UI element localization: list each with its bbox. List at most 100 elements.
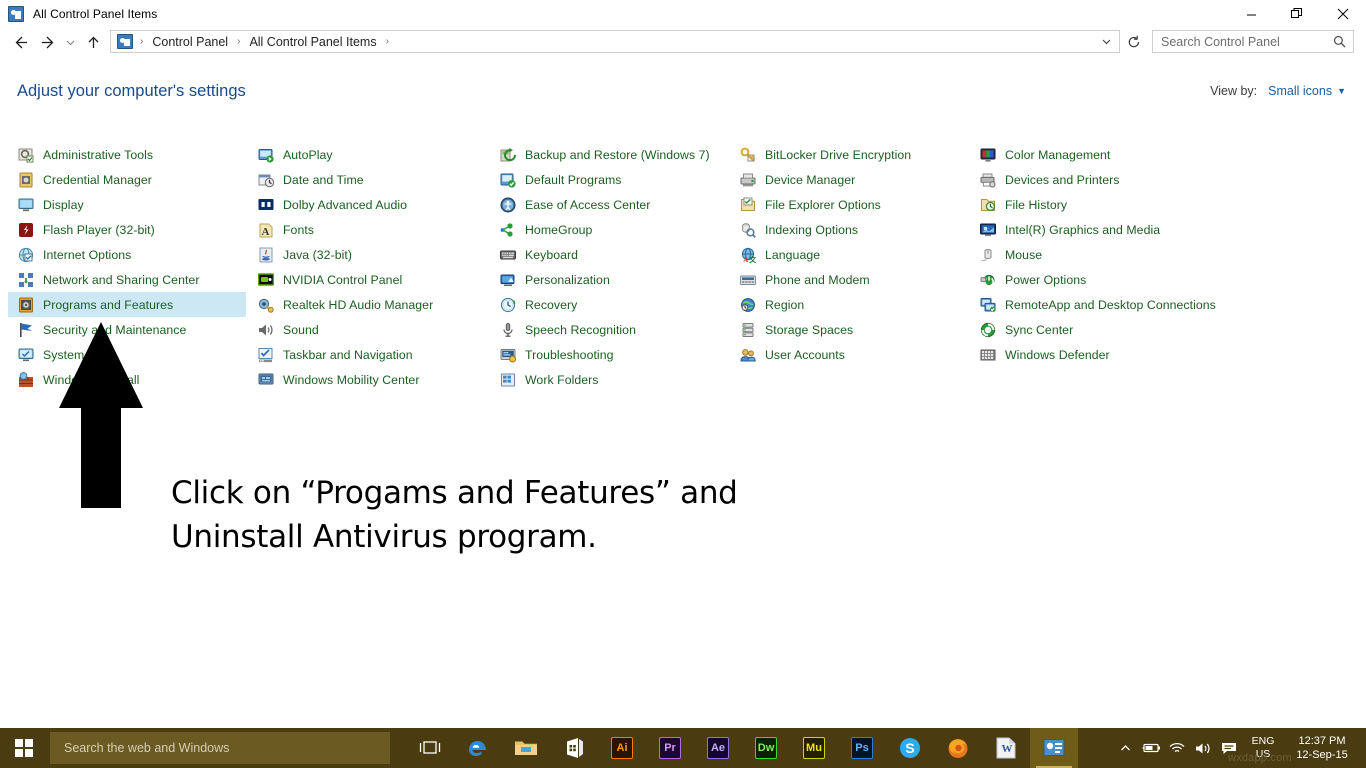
volume-icon[interactable] [1190,728,1216,768]
control-panel-item[interactable]: User Accounts [730,342,970,367]
close-button[interactable] [1320,0,1366,28]
control-panel-item[interactable]: System [8,342,246,367]
view-by-value[interactable]: Small icons [1268,84,1332,98]
control-panel-item[interactable]: Work Folders [490,367,730,392]
control-panel-item[interactable]: Windows Defender [970,342,1260,367]
control-panel-item[interactable]: A 文 Language [730,242,970,267]
breadcrumb-all-items[interactable]: All Control Panel Items [247,35,378,49]
battery-icon[interactable] [1138,728,1164,768]
search-control-panel-box[interactable]: Search Control Panel [1152,30,1354,53]
taskbar-search-box[interactable]: Search the web and Windows [50,732,390,764]
control-panel-item[interactable]: File History [970,192,1260,217]
control-panel-item[interactable]: Region [730,292,970,317]
control-panel-item[interactable]: Phone and Modem [730,267,970,292]
control-panel-item[interactable]: Taskbar and Navigation [248,342,488,367]
minimize-button[interactable] [1228,0,1274,28]
control-panel-item[interactable]: Flash Player (32-bit) [8,217,246,242]
control-panel-item[interactable]: Internet Options [8,242,246,267]
taskbar-app-muse[interactable]: Mu [790,728,838,768]
control-panel-item[interactable]: Dolby Advanced Audio [248,192,488,217]
up-button[interactable] [80,29,106,55]
control-panel-item[interactable]: Security and Maintenance [8,317,246,342]
control-panel-item[interactable]: Java (32-bit) [248,242,488,267]
control-panel-item[interactable]: Sync Center [970,317,1260,342]
control-panel-item[interactable]: Realtek HD Audio Manager [248,292,488,317]
show-hidden-icons-chevron[interactable] [1112,728,1138,768]
control-panel-item[interactable]: Storage Spaces [730,317,970,342]
control-panel-item[interactable]: Indexing Options [730,217,970,242]
control-panel-item[interactable]: Device Manager [730,167,970,192]
taskbar-app-control-panel[interactable] [1030,728,1078,768]
taskbar-app-dreamweaver[interactable]: Dw [742,728,790,768]
clock-time: 12:37 PM [1298,734,1346,747]
taskbar-app-file-explorer[interactable] [502,728,550,768]
control-panel-item[interactable]: A Fonts [248,217,488,242]
control-panel-item[interactable]: Color Management [970,142,1260,167]
control-panel-item[interactable]: Intel(R) Graphics and Media [970,217,1260,242]
address-bar[interactable]: › Control Panel › All Control Panel Item… [110,30,1120,53]
control-panel-item[interactable]: Power Options [970,267,1260,292]
control-panel-item[interactable]: Default Programs [490,167,730,192]
control-panel-item[interactable]: Windows Firewall [8,367,246,392]
recent-locations-button[interactable] [60,29,80,55]
control-panel-item-label: File History [1005,197,1068,212]
control-panel-item[interactable]: NVIDIA Control Panel [248,267,488,292]
control-panel-item[interactable]: HomeGroup [490,217,730,242]
control-panel-item[interactable]: Devices and Printers [970,167,1260,192]
task-view-button[interactable] [406,728,454,768]
refresh-button[interactable] [1122,30,1146,53]
control-panel-item[interactable]: Date and Time [248,167,488,192]
taskbar-app-edge[interactable] [454,728,502,768]
taskbar-search-input[interactable]: Search the web and Windows [64,741,229,755]
search-input[interactable]: Search Control Panel [1161,35,1333,49]
control-panel-item[interactable]: Mouse [970,242,1260,267]
control-panel-item-label: Dolby Advanced Audio [283,197,408,212]
control-panel-item-label: Backup and Restore (Windows 7) [525,147,710,162]
restore-button[interactable] [1274,0,1320,28]
control-panel-item[interactable]: Recovery [490,292,730,317]
control-panel-item[interactable]: Credential Manager [8,167,246,192]
control-panel-item[interactable]: Speech Recognition [490,317,730,342]
control-panel-item[interactable]: AutoPlay [248,142,488,167]
page-title: Adjust your computer's settings [17,82,246,100]
chevron-down-icon[interactable]: ▼ [1337,86,1346,96]
wifi-icon[interactable] [1164,728,1190,768]
clock[interactable]: 12:37 PM 12-Sep-15 [1284,728,1360,768]
control-panel-item[interactable]: Windows Mobility Center [248,367,488,392]
control-panel-item[interactable]: Troubleshooting [490,342,730,367]
control-panel-item[interactable]: File Explorer Options [730,192,970,217]
show-desktop-button[interactable] [1360,728,1366,768]
control-panel-item[interactable]: Display [8,192,246,217]
control-panel-item[interactable]: Programs and Features [8,292,246,317]
action-center-icon[interactable] [1216,728,1242,768]
speech-recognition-icon [500,322,516,338]
svg-text:文: 文 [749,255,756,263]
taskbar-app-photoshop[interactable]: Ps [838,728,886,768]
control-panel-item[interactable]: Network and Sharing Center [8,267,246,292]
control-panel-item[interactable]: BitLocker Drive Encryption [730,142,970,167]
date-time-icon [258,172,275,188]
taskbar-app-illustrator[interactable]: Ai [598,728,646,768]
taskbar-app-firefox[interactable] [934,728,982,768]
language-indicator[interactable]: ENG US [1242,728,1284,768]
start-button[interactable] [0,728,48,768]
taskbar-app-after-effects[interactable]: Ae [694,728,742,768]
taskbar-app-word[interactable]: W [982,728,1030,768]
taskbar-app-store[interactable] [550,728,598,768]
address-dropdown-icon[interactable] [1095,31,1117,52]
control-panel-item[interactable]: Administrative Tools [8,142,246,167]
control-panel-item[interactable]: Keyboard [490,242,730,267]
language-line-2: US [1255,748,1271,760]
control-panel-item-label: Administrative Tools [43,147,154,162]
taskbar-app-skype[interactable]: S [886,728,934,768]
control-panel-item[interactable]: Ease of Access Center [490,192,730,217]
back-button[interactable] [8,29,34,55]
control-panel-item[interactable]: Personalization [490,267,730,292]
control-panel-item[interactable]: RemoteApp and Desktop Connections [970,292,1260,317]
keyboard-icon [500,247,516,263]
breadcrumb-control-panel[interactable]: Control Panel [150,35,230,49]
taskbar-app-premiere[interactable]: Pr [646,728,694,768]
forward-button[interactable] [34,29,60,55]
control-panel-item[interactable]: Backup and Restore (Windows 7) [490,142,730,167]
control-panel-item[interactable]: Sound [248,317,488,342]
